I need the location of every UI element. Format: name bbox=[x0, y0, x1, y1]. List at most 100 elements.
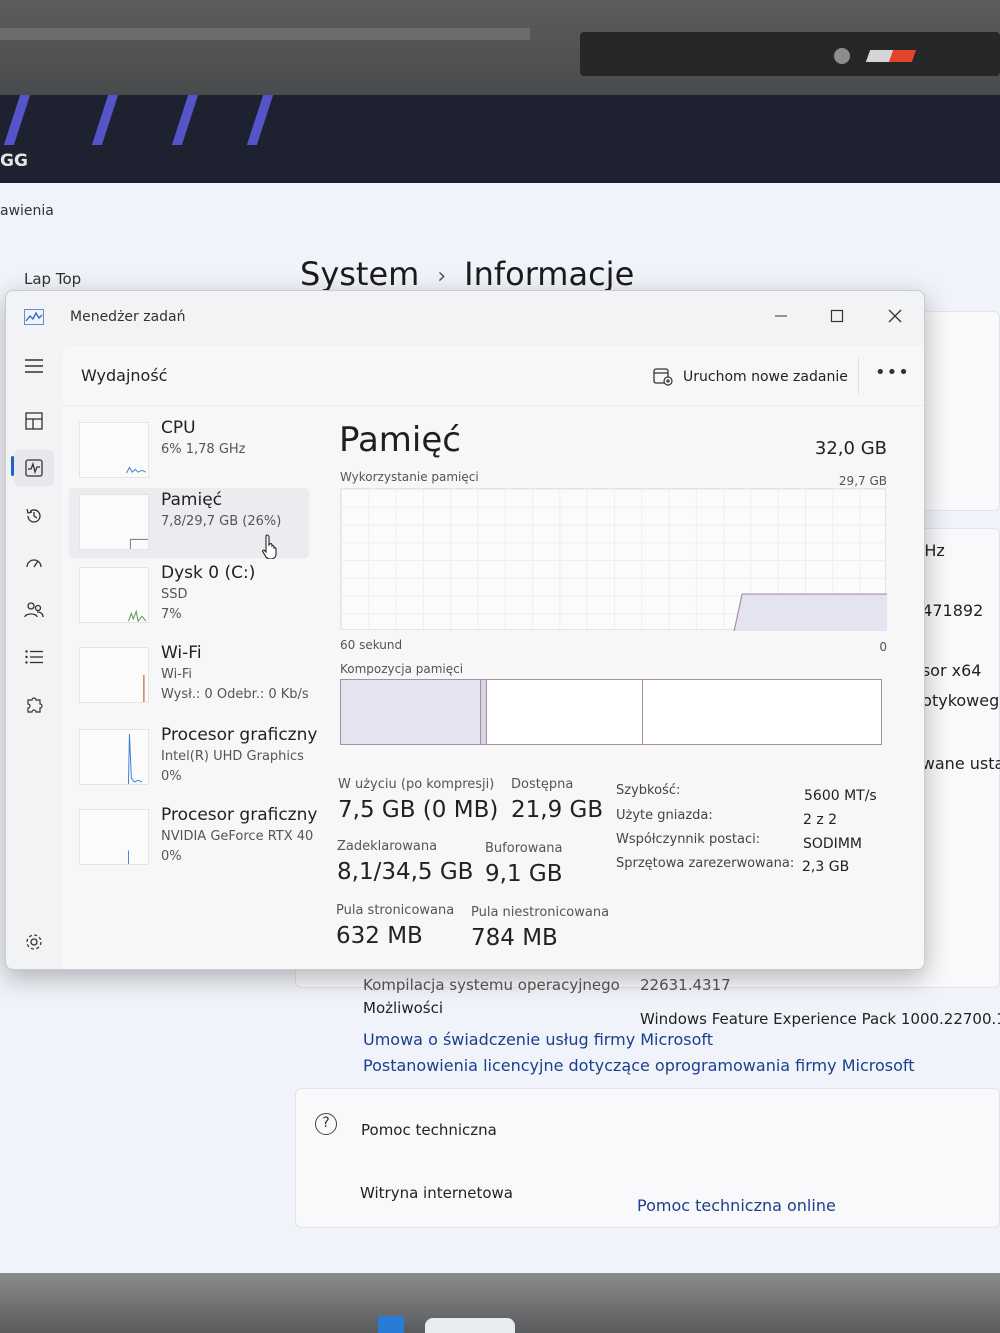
memory-total: 32,0 GB bbox=[814, 438, 887, 459]
service-agreement-link[interactable]: Umowa o świadczenie usług firmy Microsof… bbox=[363, 1030, 713, 1049]
nonpaged-pool-value: 784 MB bbox=[471, 925, 558, 951]
nav-users[interactable] bbox=[14, 592, 54, 628]
resource-item-disk[interactable]: Dysk 0 (C:) SSD 7% bbox=[69, 561, 309, 631]
wifi-sparkline bbox=[79, 647, 149, 703]
memory-usage-graph bbox=[340, 488, 887, 631]
memory-usage-plot bbox=[733, 593, 887, 631]
composition-label: Kompozycja pamięci bbox=[340, 662, 464, 676]
committed-value: 8,1/34,5 GB bbox=[337, 859, 474, 885]
webcam-lens bbox=[834, 48, 850, 64]
resource-type: SSD bbox=[161, 587, 188, 602]
help-section-title[interactable]: Pomoc techniczna bbox=[361, 1121, 497, 1139]
minimize-button[interactable] bbox=[758, 299, 804, 333]
paged-pool-label: Pula stronicowana bbox=[336, 903, 455, 918]
breadcrumb-informacje: Informacje bbox=[464, 255, 635, 293]
nav-app-history[interactable] bbox=[14, 498, 54, 534]
available-label: Dostępna bbox=[511, 777, 574, 792]
composition-standby bbox=[486, 680, 644, 744]
more-options-button[interactable]: ••• bbox=[875, 363, 909, 389]
in-use-label: W użyciu (po kompresji) bbox=[338, 777, 495, 792]
breadcrumb-separator: › bbox=[437, 263, 447, 289]
resource-model: NVIDIA GeForce RTX 40 bbox=[161, 829, 314, 844]
memory-composition-bar bbox=[340, 679, 882, 745]
minimize-icon bbox=[775, 315, 787, 317]
memory-usage-label: Wykorzystanie pamięci bbox=[340, 470, 479, 484]
nonpaged-pool-label: Pula niestronicowana bbox=[471, 905, 610, 920]
breadcrumb-system[interactable]: System bbox=[300, 255, 419, 293]
history-icon bbox=[26, 508, 41, 523]
in-use-value: 7,5 GB (0 MB) bbox=[338, 797, 499, 823]
graph-time-label: 60 sekund bbox=[340, 638, 403, 652]
nav-settings[interactable] bbox=[14, 924, 54, 960]
disk-sparkline bbox=[79, 567, 149, 623]
taskbar-search[interactable] bbox=[425, 1318, 515, 1333]
help-icon: ? bbox=[315, 1113, 337, 1135]
details-list-icon bbox=[25, 650, 43, 664]
task-manager-window: Menedżer zadań Wydajność Uruchom nowe za… bbox=[5, 290, 925, 970]
resource-item-cpu[interactable]: CPU 6% 1,78 GHz bbox=[69, 416, 309, 486]
wallpaper-stripe bbox=[246, 95, 274, 145]
resource-detail: Wysł.: 0 Odebr.: 0 Kb/s bbox=[161, 687, 309, 702]
nav-startup-apps[interactable] bbox=[14, 545, 54, 581]
new-task-icon bbox=[653, 368, 673, 386]
wallpaper-stripe bbox=[91, 95, 119, 145]
run-new-task-label: Uruchom nowe zadanie bbox=[683, 369, 848, 385]
memory-sparkline bbox=[79, 494, 149, 550]
resource-item-wifi[interactable]: Wi-Fi Wi-Fi Wysł.: 0 Odebr.: 0 Kb/s bbox=[69, 641, 309, 711]
resource-name: Wi-Fi bbox=[161, 643, 202, 663]
resource-type: Wi-Fi bbox=[161, 667, 193, 682]
active-nav-indicator bbox=[11, 456, 14, 476]
resource-item-gpu-0[interactable]: Procesor graficzny Intel(R) UHD Graphics… bbox=[69, 723, 317, 793]
slots-label: Użyte gniazda: bbox=[616, 808, 713, 823]
license-terms-link[interactable]: Postanowienia licencyjne dotyczące oprog… bbox=[363, 1056, 915, 1075]
start-button[interactable] bbox=[378, 1316, 404, 1333]
wallpaper-stripe bbox=[3, 95, 31, 145]
memory-title: Pamięć bbox=[339, 420, 461, 460]
memory-detail-panel: Pamięć 32,0 GB Wykorzystanie pamięci 29,… bbox=[323, 406, 923, 969]
form-factor-value: SODIMM bbox=[803, 836, 862, 852]
memory-usage-max: 29,7 GB bbox=[838, 474, 887, 488]
resource-name: Pamięć bbox=[161, 490, 222, 510]
paged-pool-value: 632 MB bbox=[336, 923, 423, 949]
hw-reserved-label: Sprzętowa zarezerwowana: bbox=[616, 856, 795, 871]
capabilities-label: Możliwości bbox=[363, 999, 444, 1017]
online-help-link[interactable]: Pomoc techniczna online bbox=[637, 1196, 836, 1215]
section-title: Wydajność bbox=[81, 366, 168, 385]
pane-header: Wydajność Uruchom nowe zadanie ••• bbox=[63, 346, 924, 406]
hw-reserved-value: 2,3 GB bbox=[802, 859, 850, 875]
memory-usage-area bbox=[734, 594, 887, 631]
webcam-module bbox=[580, 32, 1000, 76]
speed-value: 5600 MT/s bbox=[804, 788, 877, 804]
close-button[interactable] bbox=[872, 299, 918, 333]
composition-free bbox=[643, 680, 881, 744]
window-title: Menedżer zadań bbox=[70, 309, 186, 325]
cached-label: Buforowana bbox=[485, 841, 563, 856]
nav-performance[interactable] bbox=[14, 450, 54, 486]
speed-label: Szybkość: bbox=[616, 783, 681, 798]
resource-item-gpu-1[interactable]: Procesor graficzny NVIDIA GeForce RTX 40… bbox=[69, 803, 317, 873]
nav-details[interactable] bbox=[14, 639, 54, 675]
task-manager-app-icon bbox=[24, 309, 44, 325]
resource-detail: 7% bbox=[161, 607, 182, 622]
resource-name: Procesor graficzny bbox=[161, 725, 318, 745]
cached-value: 9,1 GB bbox=[485, 861, 563, 887]
settings-menu-label[interactable]: awienia bbox=[0, 203, 54, 219]
desktop-background: GG bbox=[0, 95, 1000, 185]
device-name: Lap Top bbox=[24, 270, 82, 288]
hamburger-menu-button[interactable] bbox=[14, 348, 54, 384]
composition-in-use bbox=[341, 680, 482, 744]
nav-services[interactable] bbox=[14, 686, 54, 722]
maximize-button[interactable] bbox=[814, 299, 860, 333]
form-factor-label: Współczynnik postaci: bbox=[616, 832, 761, 847]
header-divider bbox=[858, 358, 859, 394]
gpu1-sparkline bbox=[79, 809, 149, 865]
close-icon bbox=[888, 309, 902, 323]
gear-icon bbox=[26, 934, 42, 950]
performance-icon bbox=[25, 459, 43, 477]
processes-icon bbox=[25, 412, 43, 430]
nav-processes[interactable] bbox=[14, 403, 54, 439]
title-bar[interactable]: Menedżer zadań bbox=[6, 291, 924, 346]
resource-name: CPU bbox=[161, 418, 196, 438]
run-new-task-button[interactable]: Uruchom nowe zadanie bbox=[653, 364, 848, 390]
spec-fragment-touch: dotykowego bbox=[912, 691, 1000, 710]
